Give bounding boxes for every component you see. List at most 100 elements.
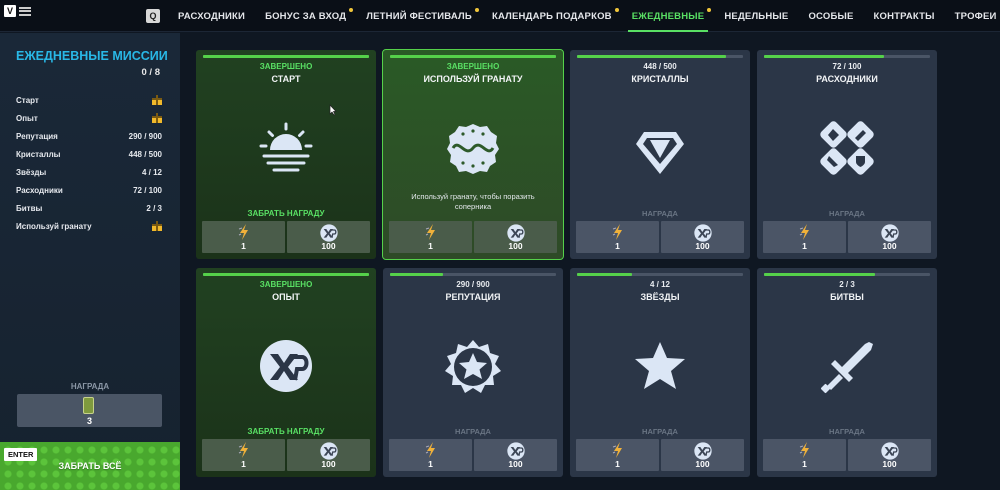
mission-row-label: Репутация [16, 131, 58, 141]
mission-list: Старт Опыт Репутация 290 / 900 Кристаллы 448 … [16, 91, 162, 235]
reward-slot: 1 [763, 439, 846, 471]
mission-row-value: 2 / 3 [146, 203, 162, 213]
card-status: 72 / 100 [832, 62, 862, 71]
xp-badge-icon [287, 223, 370, 242]
v-key: V [4, 5, 16, 17]
reward-slot: 100 [287, 221, 370, 253]
reward-slots: 1 100 [389, 439, 557, 471]
tab-6[interactable]: ОСОБЫЕ [798, 0, 863, 32]
mission-row-value: 290 / 900 [128, 131, 162, 141]
card-status: 4 / 12 [649, 280, 670, 289]
mission-row-label: Битвы [16, 203, 43, 213]
xp-badge-icon [661, 223, 744, 242]
reward-amount: 100 [882, 241, 897, 251]
tab-3[interactable]: КАЛЕНДАРЬ ПОДАРКОВ [482, 0, 622, 32]
prev-tab-key[interactable]: Q [146, 9, 160, 23]
reward-amount: 1 [615, 241, 620, 251]
mission-card[interactable]: 4 / 12 ЗВЁЗДЫ НАГРАДА 1 100 [570, 268, 750, 477]
card-reward-label: НАГРАДА [829, 427, 865, 436]
reputation-star-icon [443, 336, 503, 396]
reward-slot: 1 [202, 439, 285, 471]
reward-slot: 1 [576, 221, 659, 253]
menu-icon[interactable] [19, 6, 31, 16]
bolt-icon [576, 223, 659, 241]
tab-5[interactable]: НЕДЕЛЬНЫЕ [714, 0, 798, 32]
tab-label: РАСХОДНИКИ [178, 10, 246, 22]
sidebar-title: ЕЖЕДНЕВНЫЕ МИССИИ [16, 49, 168, 63]
tab-label: КОНТРАКТЫ [873, 10, 935, 22]
progress-bar [764, 273, 930, 276]
card-title: ОПЫТ [272, 292, 300, 302]
card-status: 2 / 3 [839, 280, 855, 289]
progress-bar [764, 55, 930, 58]
progress-bar [577, 273, 743, 276]
mission-row-label: Кристаллы [16, 149, 61, 159]
gift-icon [152, 95, 162, 105]
reward-amount: 1 [241, 459, 246, 469]
star-icon [630, 336, 690, 396]
card-reward-label[interactable]: ЗАБРАТЬ НАГРАДУ [196, 427, 376, 436]
mission-row[interactable]: Расходники 72 / 100 [16, 181, 162, 199]
tab-7[interactable]: КОНТРАКТЫ [864, 0, 945, 32]
app-window: V Q РАСХОДНИКИ БОНУС ЗА ВХОД ЛЕТНИЙ ФЕСТИВ… [0, 0, 1000, 490]
gift-icon [152, 221, 162, 231]
mission-row-label: Расходники [16, 185, 63, 195]
card-title: ИСПОЛЬЗУЙ ГРАНАТУ [423, 74, 523, 84]
card-title: РАСХОДНИКИ [816, 74, 878, 84]
mission-card[interactable]: ЗАВЕРШЕНО ИСПОЛЬЗУЙ ГРАНАТУ Используй гра… [382, 49, 564, 260]
tab-4[interactable]: ЕЖЕДНЕВНЫЕ [622, 0, 715, 32]
mission-row[interactable]: Репутация 290 / 900 [16, 127, 162, 145]
mission-card[interactable]: 2 / 3 БИТВЫ НАГРАДА 1 100 [757, 268, 937, 477]
xp-badge-icon [287, 441, 370, 460]
mission-row[interactable]: Звёзды 4 / 12 [16, 163, 162, 181]
card-status: ЗАВЕРШЕНО [259, 280, 313, 289]
reward-slot: 100 [474, 439, 557, 471]
mission-row[interactable]: Кристаллы 448 / 500 [16, 145, 162, 163]
reward-slot: 1 [763, 221, 846, 253]
notification-dot [707, 8, 712, 12]
progress-fill [203, 55, 369, 58]
tab-label: НЕДЕЛЬНЫЕ [724, 10, 789, 22]
reward-slot: 1 [202, 221, 285, 253]
mission-card[interactable]: 72 / 100 РАСХОДНИКИ НАГРАДА 1 100 [757, 50, 937, 259]
xp-badge-icon [474, 441, 557, 460]
tab-label: ТРОФЕИ [954, 10, 997, 22]
mission-card[interactable]: ЗАВЕРШЕНО ОПЫТ ЗАБРАТЬ НАГРАДУ 1 100 [196, 268, 376, 477]
progress-bar [577, 55, 743, 58]
mission-card[interactable]: 448 / 500 КРИСТАЛЛЫ НАГРАДА 1 100 [570, 50, 750, 259]
reward-slot: 100 [848, 221, 931, 253]
card-status: 290 / 900 [456, 280, 490, 289]
mission-card[interactable]: ЗАВЕРШЕНО СТАРТ ЗАБРАТЬ НАГРАДУ 1 100 [196, 50, 376, 259]
sword-icon [817, 336, 877, 396]
bolt-icon [389, 223, 472, 241]
card-status: ЗАВЕРШЕНО [259, 62, 313, 71]
reward-slot: 100 [848, 439, 931, 471]
reward-slot: 1 [576, 439, 659, 471]
claim-all-button[interactable]: ENTER ЗАБРАТЬ ВСЁ [0, 442, 180, 490]
tab-0[interactable]: РАСХОДНИКИ [168, 0, 255, 32]
tab-8[interactable]: ТРОФЕИ [945, 0, 1000, 32]
reward-slot: 100 [661, 439, 744, 471]
mission-row-label: Старт [16, 95, 39, 105]
sidebar: ЕЖЕДНЕВНЫЕ МИССИИ 0 / 8 Старт Опыт Репутац… [0, 33, 180, 490]
mouse-cursor-icon [329, 104, 337, 116]
progress-fill [764, 55, 884, 58]
mission-row[interactable]: Битвы 2 / 3 [16, 199, 162, 217]
mission-card[interactable]: 290 / 900 РЕПУТАЦИЯ НАГРАДА 1 100 [383, 268, 563, 477]
tab-2[interactable]: ЛЕТНИЙ ФЕСТИВАЛЬ [356, 0, 482, 32]
reward-slots: 1 100 [763, 439, 931, 471]
mission-row[interactable]: Старт [16, 91, 162, 109]
tab-label: ЕЖЕДНЕВНЫЕ [631, 10, 705, 22]
tab-bar: Q РАСХОДНИКИ БОНУС ЗА ВХОД ЛЕТНИЙ ФЕСТИВАЛ… [138, 0, 1000, 32]
sunrise-icon [256, 118, 316, 178]
mission-row[interactable]: Опыт [16, 109, 162, 127]
notification-dot [349, 8, 354, 12]
top-nav: V Q РАСХОДНИКИ БОНУС ЗА ВХОД ЛЕТНИЙ ФЕСТИВ… [0, 0, 1000, 32]
bolt-icon [763, 223, 846, 241]
mission-row[interactable]: Используй гранату [16, 217, 162, 235]
card-reward-label[interactable]: ЗАБРАТЬ НАГРАДУ [196, 209, 376, 218]
reward-amount: 100 [508, 241, 523, 251]
mission-row-label: Используй гранату [16, 221, 92, 231]
tab-1[interactable]: БОНУС ЗА ВХОД [255, 0, 356, 32]
consumables-icon [817, 118, 877, 178]
